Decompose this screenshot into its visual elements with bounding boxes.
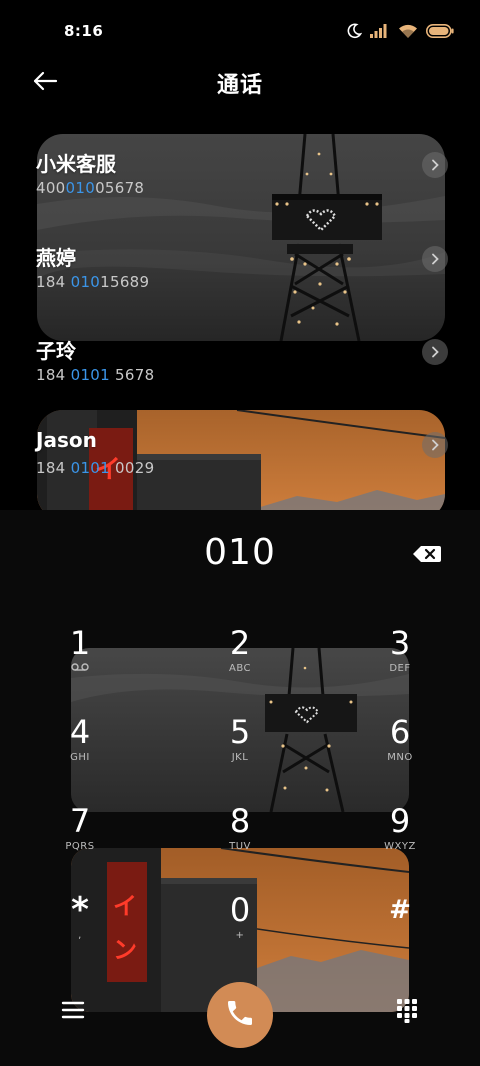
contact-name: 小米客服 — [36, 152, 116, 176]
phone-icon — [224, 997, 256, 1033]
dialpad-toggle-button[interactable] — [395, 998, 419, 1024]
key-2[interactable]: 2 ABC — [200, 624, 280, 698]
key-hash[interactable]: # — [360, 891, 440, 965]
dial-input[interactable]: 010 — [0, 532, 480, 573]
voicemail-icon — [40, 662, 120, 677]
dialpad-icon — [395, 999, 419, 1028]
key-1[interactable]: 1 — [40, 624, 120, 698]
key-7[interactable]: 7 PQRS — [40, 802, 120, 876]
battery-icon — [426, 24, 454, 38]
key-3[interactable]: 3 DEF — [360, 624, 440, 698]
contact-row[interactable]: 燕婷 184 01015689 — [36, 242, 448, 312]
chevron-right-icon[interactable] — [422, 152, 448, 178]
chevron-right-icon[interactable] — [422, 339, 448, 365]
menu-button[interactable] — [60, 998, 86, 1022]
signal-icon — [370, 24, 390, 38]
moon-icon — [346, 23, 362, 39]
contact-row[interactable]: 小米客服 40001005678 — [36, 148, 448, 218]
status-time: 8:16 — [64, 22, 104, 40]
delete-button[interactable] — [412, 544, 442, 564]
status-icons — [346, 22, 454, 40]
contact-number: 184 01015689 — [36, 273, 150, 291]
contact-number: 184 0101 5678 — [36, 366, 155, 384]
contact-name: Jason — [36, 428, 97, 452]
key-8[interactable]: 8 TUV — [200, 802, 280, 876]
key-0[interactable]: 0 + — [200, 891, 280, 965]
contact-name: 子玲 — [36, 339, 76, 363]
contact-number: 40001005678 — [36, 179, 145, 197]
chevron-right-icon[interactable] — [422, 246, 448, 272]
backspace-icon — [412, 546, 442, 568]
key-6[interactable]: 6 MNO — [360, 713, 440, 787]
call-button[interactable] — [207, 982, 273, 1048]
contact-row[interactable]: 子玲 184 0101 5678 — [36, 335, 448, 405]
key-4[interactable]: 4 GHI — [40, 713, 120, 787]
contact-name: 燕婷 — [36, 246, 76, 270]
key-9[interactable]: 9 WXYZ — [360, 802, 440, 876]
status-bar: 8:16 — [0, 0, 480, 62]
wifi-icon — [398, 24, 418, 39]
contact-row[interactable]: Jason 184 0101 0029 — [36, 428, 448, 498]
key-star[interactable]: * , — [40, 891, 120, 965]
hamburger-menu-icon — [60, 1001, 86, 1026]
chevron-right-icon[interactable] — [422, 432, 448, 458]
key-5[interactable]: 5 JKL — [200, 713, 280, 787]
contact-number: 184 0101 0029 — [36, 459, 155, 477]
page-title: 通话 — [216, 73, 263, 98]
dialer-panel: 010 イ ン 1 2 ABC 3 DEF 4 GHI 5 JKL 6 MNO … — [0, 510, 480, 1066]
